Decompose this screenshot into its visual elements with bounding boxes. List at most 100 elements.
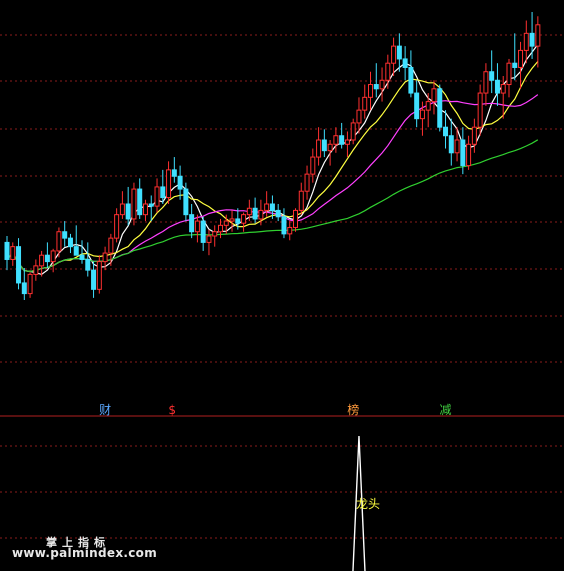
candle-body (379, 79, 385, 90)
signal-label: $ (168, 403, 176, 417)
candle-body (304, 173, 310, 192)
stock-chart: 财 $ 榜 减 龙头 (0, 0, 564, 571)
candle-body (183, 188, 189, 216)
candle-body (44, 254, 50, 263)
candle-body (477, 92, 483, 128)
candle (27, 272, 33, 298)
candle-body (73, 246, 79, 256)
candle-body (402, 58, 408, 68)
candle-body (85, 258, 91, 271)
candle-body (252, 207, 258, 220)
candle-body (316, 139, 322, 158)
candle-body (223, 220, 229, 226)
candle-body (62, 231, 68, 239)
candle-body (119, 203, 125, 216)
candle (131, 182, 137, 226)
candle-body (131, 188, 137, 220)
annotation-label: 龙头 (356, 497, 380, 511)
candle-body (396, 45, 402, 60)
candle-body (518, 49, 524, 68)
candle-body (194, 220, 200, 233)
candle-body (217, 224, 223, 233)
candle-body (39, 254, 45, 267)
signal-label: 财 (99, 403, 111, 417)
candle-body (67, 237, 73, 248)
candle-body (385, 62, 391, 81)
candle-body (91, 269, 97, 290)
candle-body (177, 175, 183, 190)
candle-body (443, 126, 449, 137)
candle-body (114, 214, 120, 239)
candle-body (258, 209, 264, 220)
candle-body (419, 109, 425, 120)
candle-body (154, 186, 160, 207)
candle-body (200, 220, 206, 243)
candle-body (79, 254, 85, 260)
candle-body (489, 71, 495, 81)
candle-body (125, 203, 131, 220)
candle-body (10, 246, 16, 260)
candle-body (33, 265, 39, 275)
candle-body (16, 246, 22, 284)
candle-body (298, 190, 304, 211)
candle (350, 118, 356, 145)
candle-body (310, 156, 316, 175)
candle-body (142, 203, 148, 216)
candle-body (327, 143, 333, 152)
candle-body (483, 71, 489, 94)
candle-body (293, 209, 298, 228)
candle-body (56, 231, 62, 252)
candle-body (241, 214, 247, 224)
candle-body (212, 231, 218, 237)
candle-body (137, 188, 143, 216)
candle (437, 84, 443, 132)
candle-body (408, 66, 414, 94)
candle-body (350, 122, 356, 141)
candle-body (471, 126, 477, 145)
candle-body (535, 24, 541, 47)
candle-body (102, 252, 108, 263)
signal-label: 榜 (347, 402, 359, 417)
candle-body (500, 84, 506, 94)
candle-body (4, 241, 10, 260)
candle-body (506, 62, 512, 86)
candle-body (108, 237, 114, 254)
candle-body (264, 203, 270, 211)
candle-body (466, 143, 472, 167)
candle-body (460, 139, 466, 167)
candle-body (27, 273, 33, 295)
candle-body (368, 84, 374, 98)
candle-body (96, 261, 102, 290)
candle-body (391, 45, 397, 64)
candle-body (206, 235, 212, 243)
candle-body (344, 139, 350, 145)
candle-body (362, 96, 368, 111)
watermark-url: www.palmindex.com (12, 546, 157, 560)
candle-body (431, 88, 437, 103)
candle-body (50, 250, 56, 263)
candle-body (281, 216, 287, 235)
candle-body (269, 203, 275, 211)
candle-body (21, 282, 27, 295)
candle-body (512, 62, 518, 68)
candle-body (494, 79, 500, 94)
candle-body (189, 214, 195, 233)
candle-body (275, 209, 281, 218)
candle-body (425, 101, 431, 111)
chart-background (0, 0, 564, 571)
candle-body (529, 32, 535, 47)
candle-body (373, 84, 379, 90)
candle-body (454, 139, 460, 154)
candle-body (333, 135, 339, 145)
candle-body (287, 226, 293, 235)
candle-body (437, 88, 443, 128)
candle-body (166, 169, 172, 199)
candle-body (339, 135, 345, 145)
signal-label: 减 (440, 403, 452, 417)
candle-body (356, 109, 362, 124)
candle-body (246, 207, 252, 216)
candle-body (171, 169, 177, 177)
candle-body (414, 92, 420, 120)
candle-body (160, 186, 166, 199)
candle-body (448, 135, 454, 154)
